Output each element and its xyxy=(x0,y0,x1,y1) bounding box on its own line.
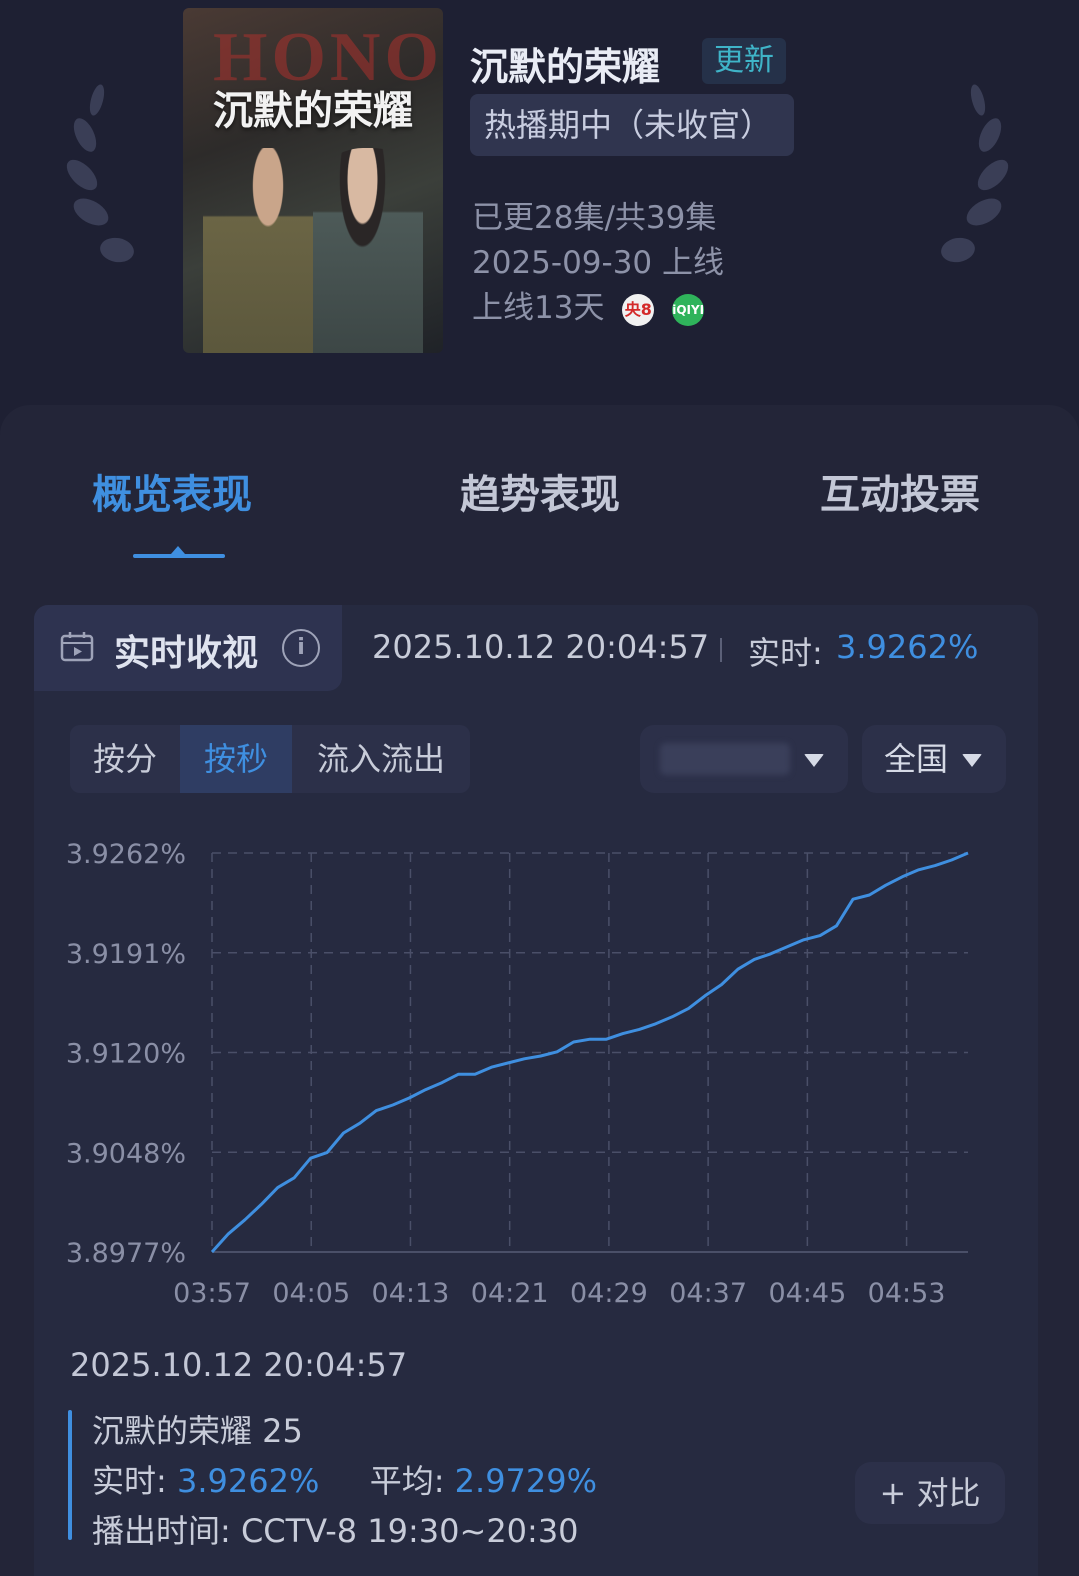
poster-title: 沉默的荣耀 xyxy=(213,87,413,134)
region-dropdown[interactable]: 全国 xyxy=(862,725,1006,793)
x-tick-label: 04:29 xyxy=(570,1278,648,1309)
laurel-right-icon xyxy=(941,84,1009,263)
x-tick-label: 04:53 xyxy=(868,1278,946,1309)
update-badge: 更新 xyxy=(702,38,786,84)
y-tick-label: 3.8977% xyxy=(66,1238,186,1269)
caret-down-icon xyxy=(804,754,824,767)
realtime-stat-label: 实时: xyxy=(92,1462,167,1500)
seg-by-second[interactable]: 按秒 xyxy=(180,725,292,793)
show-title: 沉默的荣耀 xyxy=(470,45,661,89)
average-stat-value: 2.9729% xyxy=(454,1462,598,1500)
compare-button[interactable]: + 对比 xyxy=(855,1462,1005,1524)
tab-overview[interactable]: 概览表现 xyxy=(92,462,252,520)
y-tick-label: 3.9120% xyxy=(66,1039,186,1070)
days-online: 上线13天 xyxy=(472,290,605,326)
divider xyxy=(720,638,722,662)
realtime-label: 实时收视 xyxy=(114,633,259,674)
y-tick-label: 3.9048% xyxy=(66,1138,186,1169)
ratings-line-chart: 3.9262% 3.9191% 3.9120% 3.9048% 3.8977% 03:57… xyxy=(66,839,969,1309)
tab-active-caret xyxy=(171,546,185,554)
realtime-now-label: 实时: xyxy=(748,634,823,672)
tab-active-underline xyxy=(133,554,225,558)
poster-image[interactable]: HONOR 沉默的荣耀 xyxy=(183,8,443,353)
iqiyi-icon: iQIYI xyxy=(672,293,705,326)
airtime: 播出时间: CCTV-8 19:30~20:30 xyxy=(92,1512,579,1550)
release-date: 2025-09-30 上线 xyxy=(472,245,725,281)
y-tick-label: 3.9191% xyxy=(66,939,186,970)
y-tick-label: 3.9262% xyxy=(66,839,186,870)
poster-figure-woman xyxy=(313,148,423,353)
seg-inflow-outflow[interactable]: 流入流出 xyxy=(292,725,470,793)
x-tick-label: 04:45 xyxy=(768,1278,846,1309)
laurel-left-icon xyxy=(66,84,134,263)
granularity-switch: 按分 按秒 流入流出 xyxy=(70,725,470,793)
seg-by-minute[interactable]: 按分 xyxy=(70,725,180,793)
x-tick-label: 04:05 xyxy=(272,1278,350,1309)
days-online-row: 上线13天 央8 iQIYI xyxy=(472,282,705,327)
blurred-label xyxy=(660,743,790,775)
cctv8-icon: 央8 xyxy=(622,293,655,326)
x-tick-label: 04:13 xyxy=(372,1278,450,1309)
x-tick-label: 04:37 xyxy=(669,1278,747,1309)
region-label: 全国 xyxy=(884,740,949,778)
series-indicator xyxy=(68,1410,72,1540)
episode-label: 沉默的荣耀 25 xyxy=(92,1412,303,1450)
tooltip-timestamp: 2025.10.12 20:04:57 xyxy=(70,1346,408,1384)
episode-count: 已更28集/共39集 xyxy=(472,200,717,236)
tab-vote[interactable]: 互动投票 xyxy=(820,462,980,520)
realtime-stat-value: 3.9262% xyxy=(176,1462,320,1500)
caret-down-icon xyxy=(962,754,982,767)
info-icon[interactable]: i xyxy=(282,629,320,667)
x-tick-label: 03:57 xyxy=(173,1278,251,1309)
tab-trend[interactable]: 趋势表现 xyxy=(460,462,620,520)
x-tick-label: 04:21 xyxy=(471,1278,549,1309)
stats-line: 实时: 3.9262% 平均: 2.9729% xyxy=(92,1456,597,1502)
realtime-now-value: 3.9262% xyxy=(836,628,979,666)
realtime-timestamp: 2025.10.12 20:04:57 xyxy=(372,628,710,666)
status-badge: 热播期中（未收官） xyxy=(470,94,794,156)
blurred-dropdown[interactable] xyxy=(640,725,848,793)
tv-icon xyxy=(60,632,94,662)
average-stat-label: 平均: xyxy=(369,1462,445,1500)
